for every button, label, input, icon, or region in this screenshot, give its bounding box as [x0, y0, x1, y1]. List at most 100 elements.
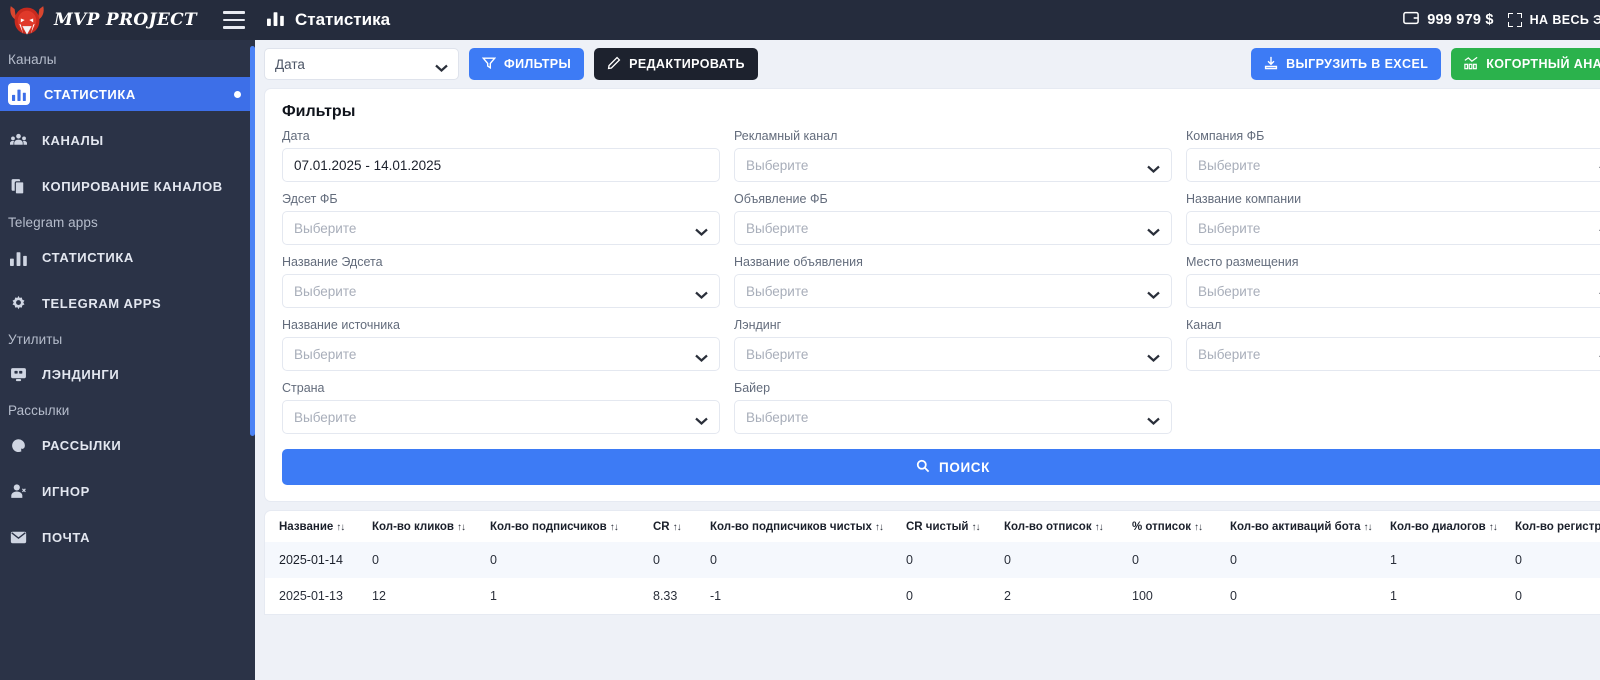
- fullscreen-icon: [1507, 13, 1522, 27]
- sidebar-item-каналы[interactable]: КАНАЛЫ: [0, 123, 255, 157]
- app-root: MVP PROJECT Каналы СТАТИСТИКА КАНАЛЫ КОПИРО…: [0, 0, 1600, 680]
- sort-toggle-icon[interactable]: ↑↓: [673, 522, 682, 533]
- table-column-header[interactable]: Кол-во диалогов ↑↓: [1376, 511, 1501, 542]
- sidebar-item-статистика[interactable]: СТАТИСТИКА: [0, 240, 255, 274]
- wallet-icon: [1403, 10, 1420, 30]
- sort-toggle-icon[interactable]: ↑↓: [1194, 522, 1203, 533]
- filter-field-input[interactable]: Выберите: [282, 274, 720, 308]
- sidebar-item-label: СТАТИСТИКА: [44, 86, 136, 102]
- sidebar-item-лэндинги[interactable]: ЛЭНДИНГИ: [0, 357, 255, 391]
- sort-toggle-icon[interactable]: ↑↓: [457, 522, 466, 533]
- search-icon: [916, 459, 930, 476]
- table-column-header-label: Кол-во подписчиков: [490, 521, 607, 533]
- filter-field-input[interactable]: Выберите: [734, 337, 1172, 371]
- filter-field-input[interactable]: Выберите: [282, 211, 720, 245]
- filters-button[interactable]: ФИЛЬТРЫ: [469, 48, 585, 80]
- table-column-header[interactable]: % отписок ↑↓: [1118, 511, 1216, 542]
- sidebar-item-telegram-apps[interactable]: TELEGRAM APPS: [0, 286, 255, 320]
- filter-field-input[interactable]: Выберите: [1186, 211, 1600, 245]
- sort-toggle-icon[interactable]: ↑↓: [610, 522, 619, 533]
- sort-toggle-icon[interactable]: ↑↓: [1489, 522, 1498, 533]
- page-title-text: Статистика: [295, 10, 391, 29]
- table-header-row: Название ↑↓ Кол-во кликов ↑↓ Кол-во подписчи…: [265, 511, 1600, 542]
- filter-field-input[interactable]: Выберите: [1186, 148, 1600, 182]
- filter-field: Компания ФБ Выберите: [1186, 129, 1600, 192]
- statistics-table-card: Название ↑↓ Кол-во кликов ↑↓ Кол-во подписчи…: [264, 510, 1600, 615]
- filter-field-label: Лэндинг: [734, 318, 782, 332]
- search-button[interactable]: ПОИСК: [282, 449, 1600, 485]
- sort-toggle-icon[interactable]: ↑↓: [1095, 522, 1104, 533]
- filter-field-input[interactable]: Выберите: [734, 274, 1172, 308]
- page-title: Статистика: [267, 9, 390, 31]
- balance-value: 999 979 $: [1427, 12, 1494, 28]
- filter-field-placeholder: Выберите: [294, 220, 357, 236]
- table-column-header[interactable]: Кол-во кликов ↑↓: [358, 511, 476, 542]
- table-cell: 2: [1004, 589, 1011, 603]
- filter-field: Рекламный канал Выберите: [734, 129, 1172, 192]
- chevron-down-icon: [1147, 224, 1160, 236]
- table-column-header-label: Кол-во регистраций: [1515, 521, 1600, 533]
- filters-panel-title: Фильтры: [282, 103, 356, 120]
- edit-button[interactable]: РЕДАКТИРОВАТЬ: [594, 48, 758, 80]
- filter-field-placeholder: Выберите: [1198, 157, 1261, 173]
- filter-field-input[interactable]: Выберите: [282, 337, 720, 371]
- filters-grid: Дата 07.01.2025 - 14.01.2025 Рекламный кан…: [282, 129, 1600, 444]
- filter-field-label: Место размещения: [1186, 255, 1299, 269]
- gear-icon: [8, 293, 28, 313]
- sort-toggle-icon[interactable]: ↑↓: [875, 522, 884, 533]
- sort-toggle-icon[interactable]: ↑↓: [336, 522, 345, 533]
- hamburger-menu-icon[interactable]: [223, 11, 245, 29]
- fullscreen-button[interactable]: НА ВЕСЬ ЭКРАН: [1507, 13, 1600, 27]
- sidebar-item-label: СТАТИСТИКА: [42, 249, 134, 265]
- filter-field-input[interactable]: Выберите: [734, 148, 1172, 182]
- sidebar-item-копирование-каналов[interactable]: КОПИРОВАНИЕ КАНАЛОВ: [0, 169, 255, 203]
- filter-field: Название Эдсета Выберите: [282, 255, 720, 318]
- filter-field-label: Байер: [734, 381, 771, 395]
- sidebar-item-статистика[interactable]: СТАТИСТИКА: [0, 77, 255, 111]
- copy-files-icon: [8, 176, 28, 196]
- sort-toggle-icon[interactable]: ↑↓: [1363, 522, 1372, 533]
- chevron-down-icon: [695, 413, 708, 425]
- filter-field-label: Рекламный канал: [734, 129, 838, 143]
- balance-indicator[interactable]: 999 979 $: [1403, 10, 1493, 30]
- filter-field-placeholder: Выберите: [746, 283, 809, 299]
- search-button-label: ПОИСК: [939, 459, 990, 475]
- filter-field-input[interactable]: Выберите: [734, 211, 1172, 245]
- table-column-header[interactable]: Кол-во отписок ↑↓: [990, 511, 1118, 542]
- table-column-header[interactable]: Кол-во подписчиков ↑↓: [476, 511, 639, 542]
- chevron-down-icon: [695, 224, 708, 236]
- filter-field-label: Объявление ФБ: [734, 192, 828, 206]
- table-row[interactable]: 2025-01-13 12 1 8.33 -1 0 2 100 0 1 0: [265, 578, 1600, 614]
- cohort-analysis-button[interactable]: КОГОРТНЫЙ АНАЛИЗ: [1451, 48, 1600, 80]
- sidebar-item-рассылки[interactable]: РАССЫЛКИ: [0, 428, 255, 462]
- filter-field-placeholder: Выберите: [1198, 220, 1261, 236]
- table-column-header[interactable]: Кол-во активаций бота ↑↓: [1216, 511, 1376, 542]
- filter-field: Эдсет ФБ Выберите: [282, 192, 720, 255]
- filter-field-placeholder: Выберите: [294, 409, 357, 425]
- filter-field-input[interactable]: Выберите: [734, 400, 1172, 434]
- filter-field-input[interactable]: 07.01.2025 - 14.01.2025: [282, 148, 720, 182]
- filter-field-label: Страна: [282, 381, 325, 395]
- table-cell: 0: [490, 553, 497, 567]
- sidebar-item-почта[interactable]: ПОЧТА: [0, 520, 255, 554]
- table-column-header-label: Кол-во отписок: [1004, 521, 1092, 533]
- filter-field-placeholder: Выберите: [1198, 346, 1261, 362]
- filter-field-input[interactable]: Выберите: [282, 400, 720, 434]
- sidebar-item-игнор[interactable]: ИГНОР: [0, 474, 255, 508]
- export-excel-button[interactable]: ВЫГРУЗИТЬ В EXCEL: [1251, 48, 1442, 80]
- sidebar-item-label: КАНАЛЫ: [42, 132, 104, 148]
- table-column-header[interactable]: Кол-во регистраций↑↓: [1501, 511, 1600, 542]
- table-column-header[interactable]: CR ↑↓: [639, 511, 696, 542]
- table-column-header[interactable]: Название ↑↓: [265, 511, 358, 542]
- filter-field-input[interactable]: Выберите: [1186, 337, 1600, 371]
- filter-field-input[interactable]: Выберите: [1186, 274, 1600, 308]
- table-row[interactable]: 2025-01-14 0 0 0 0 0 0 0 0 1 0: [265, 542, 1600, 578]
- sidebar-item-label: TELEGRAM APPS: [42, 295, 162, 311]
- filter-field: Байер Выберите: [734, 381, 1172, 444]
- table-column-header[interactable]: CR чистый ↑↓: [892, 511, 990, 542]
- table-column-header[interactable]: Кол-во подписчиков чистых ↑↓: [696, 511, 892, 542]
- date-select[interactable]: Дата: [264, 48, 459, 80]
- topbar-right: 999 979 $ НА ВЕСЬ ЭКРАН: [1403, 10, 1600, 30]
- sort-toggle-icon[interactable]: ↑↓: [971, 522, 980, 533]
- filter-field-placeholder: Выберите: [746, 409, 809, 425]
